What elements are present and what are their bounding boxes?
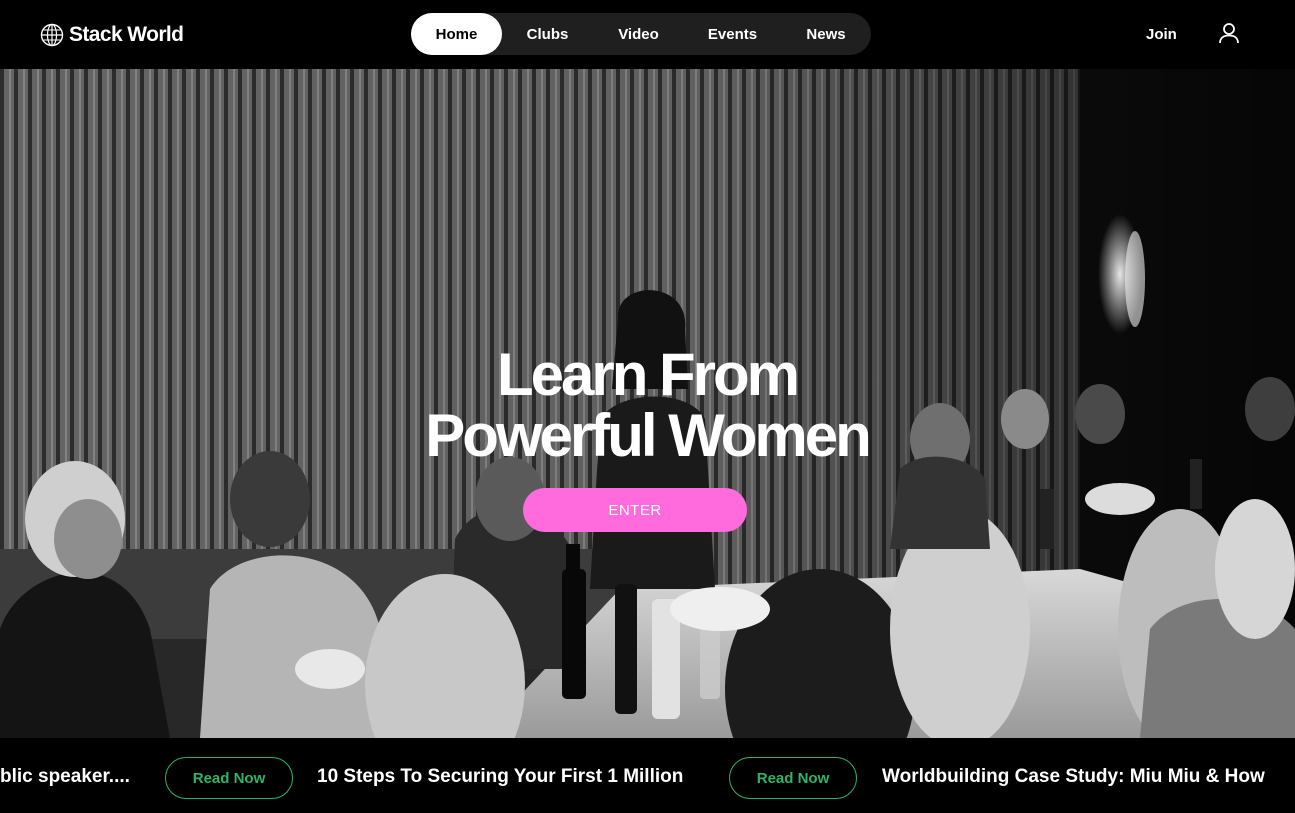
ticker-track: blic speaker.... Read Now 10 Steps To Se… (0, 738, 1295, 813)
site-header: Stack World Home Clubs Video Events News… (0, 0, 1295, 69)
globe-icon (40, 23, 64, 47)
user-icon[interactable] (1216, 21, 1242, 47)
hero-section: Learn From Powerful Women ENTER (0, 69, 1295, 738)
hero-title-line2: Powerful Women (425, 402, 872, 469)
hero-title: Learn From Powerful Women (347, 344, 947, 466)
nav-events[interactable]: Events (684, 13, 781, 55)
nav-clubs[interactable]: Clubs (502, 13, 593, 55)
hero-title-line1: Learn From (496, 341, 800, 408)
nav-news[interactable]: News (781, 13, 871, 55)
read-now-button[interactable]: Read Now (729, 757, 857, 799)
logo[interactable]: Stack World (40, 22, 184, 48)
read-now-button[interactable]: Read Now (165, 757, 293, 799)
nav-video[interactable]: Video (593, 13, 684, 55)
news-ticker: blic speaker.... Read Now 10 Steps To Se… (0, 738, 1295, 813)
nav-home[interactable]: Home (411, 13, 502, 55)
ticker-article-title[interactable]: blic speaker.... (0, 766, 130, 788)
ticker-article-title[interactable]: 10 Steps To Securing Your First 1 Millio… (317, 766, 683, 788)
ticker-article-title[interactable]: Worldbuilding Case Study: Miu Miu & How (882, 766, 1265, 788)
join-link[interactable]: Join (1146, 23, 1177, 45)
enter-button[interactable]: ENTER (523, 488, 747, 532)
main-nav: Home Clubs Video Events News (411, 13, 871, 55)
brand-name: Stack World (69, 23, 184, 46)
